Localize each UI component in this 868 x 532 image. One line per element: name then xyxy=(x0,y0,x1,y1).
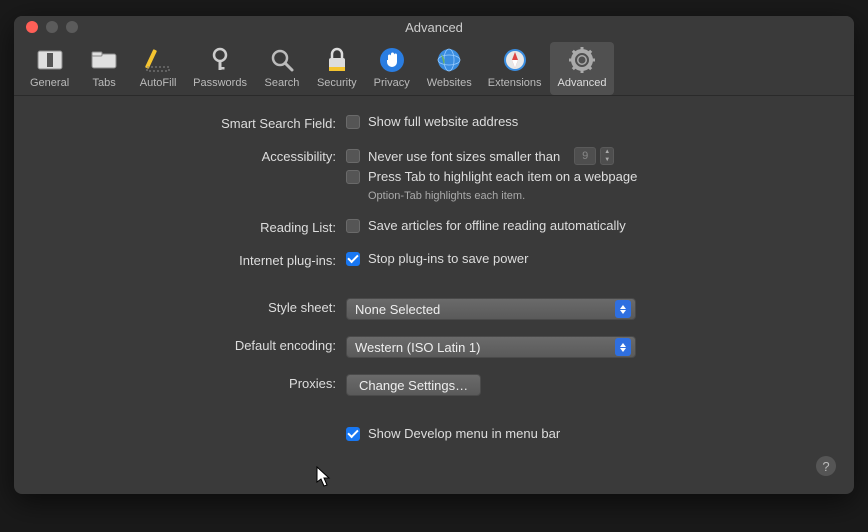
globe-icon xyxy=(435,46,463,74)
close-window-button[interactable] xyxy=(26,21,38,33)
tab-label: Security xyxy=(317,77,357,89)
tab-label: Search xyxy=(265,77,300,89)
titlebar: Advanced xyxy=(14,16,854,38)
tab-label: Tabs xyxy=(93,77,116,89)
chevron-up-down-icon xyxy=(615,300,631,318)
tab-label: General xyxy=(30,77,69,89)
checkbox-min-font-size[interactable] xyxy=(346,149,360,163)
help-button[interactable]: ? xyxy=(816,456,836,476)
window-title: Advanced xyxy=(14,20,854,35)
tab-passwords[interactable]: Passwords xyxy=(185,42,255,95)
lock-icon xyxy=(323,46,351,74)
tab-autofill[interactable]: AutoFill xyxy=(131,42,185,95)
stepper-buttons[interactable]: ▲▼ xyxy=(600,147,614,165)
change-proxy-settings-button[interactable]: Change Settings… xyxy=(346,374,481,396)
tab-label: Extensions xyxy=(488,77,542,89)
label-plugins: Internet plug-ins: xyxy=(54,251,346,268)
general-icon xyxy=(36,46,64,74)
font-size-stepper[interactable]: 9 ▲▼ xyxy=(574,147,614,165)
checkbox-label: Press Tab to highlight each item on a we… xyxy=(368,169,637,184)
checkbox-label: Save articles for offline reading automa… xyxy=(368,218,626,233)
label-proxies: Proxies: xyxy=(54,374,346,391)
label-style-sheet: Style sheet: xyxy=(54,298,346,315)
toolbar: General Tabs AutoFill Passwords Search xyxy=(14,38,854,96)
tabs-icon xyxy=(90,46,118,74)
label-reading-list: Reading List: xyxy=(54,218,346,235)
select-style-sheet[interactable]: None Selected xyxy=(346,298,636,320)
select-default-encoding[interactable]: Western (ISO Latin 1) xyxy=(346,336,636,358)
checkbox-label: Show full website address xyxy=(368,114,518,129)
button-label: Change Settings… xyxy=(359,378,468,393)
tab-general[interactable]: General xyxy=(22,42,77,95)
row-default-encoding: Default encoding: Western (ISO Latin 1) xyxy=(54,336,814,358)
tab-label: Privacy xyxy=(374,77,410,89)
checkbox-label: Show Develop menu in menu bar xyxy=(368,426,560,441)
select-value: Western (ISO Latin 1) xyxy=(355,340,480,355)
tab-tabs[interactable]: Tabs xyxy=(77,42,131,95)
tab-label: Passwords xyxy=(193,77,247,89)
row-plugins: Internet plug-ins: Stop plug-ins to save… xyxy=(54,251,814,268)
tab-label: AutoFill xyxy=(140,77,177,89)
label-smart-search: Smart Search Field: xyxy=(54,114,346,131)
checkbox-tab-highlight[interactable] xyxy=(346,170,360,184)
tab-label: Websites xyxy=(427,77,472,89)
accessibility-hint: Option-Tab highlights each item. xyxy=(368,190,814,202)
row-develop-menu: Show Develop menu in menu bar xyxy=(54,426,814,441)
key-icon xyxy=(206,46,234,74)
compass-icon xyxy=(501,46,529,74)
tab-search[interactable]: Search xyxy=(255,42,309,95)
label-accessibility: Accessibility: xyxy=(54,147,346,164)
gear-icon xyxy=(568,46,596,74)
tab-privacy[interactable]: Privacy xyxy=(365,42,419,95)
content-area: Smart Search Field: Show full website ad… xyxy=(14,96,854,465)
row-proxies: Proxies: Change Settings… xyxy=(54,374,814,396)
select-value: None Selected xyxy=(355,302,440,317)
stepper-value: 9 xyxy=(574,147,596,165)
traffic-lights xyxy=(14,21,78,33)
checkbox-stop-plugins[interactable] xyxy=(346,252,360,266)
row-accessibility: Accessibility: Never use font sizes smal… xyxy=(54,147,814,202)
checkbox-label: Stop plug-ins to save power xyxy=(368,251,528,266)
tab-security[interactable]: Security xyxy=(309,42,365,95)
search-icon xyxy=(268,46,296,74)
label-default-encoding: Default encoding: xyxy=(54,336,346,353)
tab-extensions[interactable]: Extensions xyxy=(480,42,550,95)
preferences-window: Advanced General Tabs AutoFill Passwords xyxy=(14,16,854,494)
help-icon: ? xyxy=(822,459,829,474)
row-style-sheet: Style sheet: None Selected xyxy=(54,298,814,320)
autofill-icon xyxy=(144,46,172,74)
checkbox-show-develop-menu[interactable] xyxy=(346,427,360,441)
checkbox-offline-reading[interactable] xyxy=(346,219,360,233)
minimize-window-button[interactable] xyxy=(46,21,58,33)
tab-label: Advanced xyxy=(558,77,607,89)
hand-icon xyxy=(378,46,406,74)
row-smart-search: Smart Search Field: Show full website ad… xyxy=(54,114,814,131)
cursor-icon xyxy=(316,466,332,488)
checkbox-show-full-address[interactable] xyxy=(346,115,360,129)
chevron-up-down-icon xyxy=(615,338,631,356)
tab-advanced[interactable]: Advanced xyxy=(550,42,615,95)
row-reading-list: Reading List: Save articles for offline … xyxy=(54,218,814,235)
checkbox-label: Never use font sizes smaller than xyxy=(368,149,560,164)
zoom-window-button[interactable] xyxy=(66,21,78,33)
tab-websites[interactable]: Websites xyxy=(419,42,480,95)
